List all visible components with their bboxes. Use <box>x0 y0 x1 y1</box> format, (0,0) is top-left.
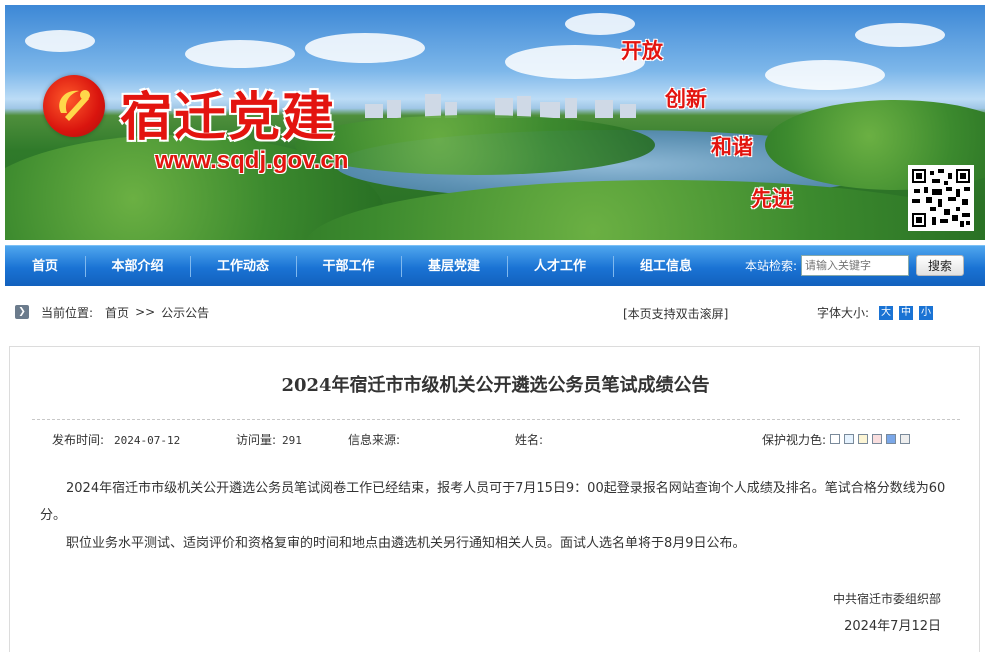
header-banner: 宿迁党建 www.sqdj.gov.cn 开放 创新 和谐 先进 <box>5 5 985 240</box>
article-date: 2024年7月12日 <box>844 619 941 634</box>
nav-item-home[interactable]: 首页 <box>5 246 85 287</box>
slogan-advanced: 先进 <box>751 187 793 211</box>
cloud <box>765 60 885 90</box>
slogan-harmony: 和谐 <box>711 135 753 159</box>
eye-color-swatch-5[interactable] <box>886 433 897 444</box>
cloud <box>25 30 95 52</box>
nav-item-about[interactable]: 本部介绍 <box>85 246 190 287</box>
slogan-open: 开放 <box>621 39 663 63</box>
article-panel: 2024年宿迁市市级机关公开遴选公务员笔试成绩公告 发布时间: 2024-07-1… <box>9 346 980 652</box>
font-size-small-button[interactable]: 小 <box>919 305 934 320</box>
info-source-label: 信息来源: <box>348 433 401 447</box>
breadcrumb-arrow-icon: ❯ <box>15 305 29 319</box>
slogan-innovate: 创新 <box>665 87 707 111</box>
font-size-control: 字体大小: 大 中 小 <box>817 304 934 321</box>
article-title: 2024年宿迁市市级机关公开遴选公务员笔试成绩公告 <box>281 375 710 396</box>
breadcrumb-current[interactable]: 公示公告 <box>161 304 209 321</box>
cloud <box>565 13 635 35</box>
nav-item-org-info[interactable]: 组工信息 <box>613 246 719 287</box>
eye-protect-label: 保护视力色: <box>762 433 827 447</box>
eye-color-swatch-2[interactable] <box>844 433 855 444</box>
nav-item-talent[interactable]: 人才工作 <box>507 246 613 287</box>
breadcrumb: ❯ 当前位置: 首页 >> 公示公告 <box>15 303 209 321</box>
cloud <box>855 23 945 47</box>
publish-date: 2024-07-12 <box>114 434 181 447</box>
search-label: 本站检索: <box>745 259 798 273</box>
main-nav: 首页 本部介绍 工作动态 干部工作 基层党建 人才工作 组工信息 本站检索: 搜… <box>5 245 985 286</box>
publish-time-label: 发布时间: <box>52 433 105 447</box>
search-input[interactable] <box>801 255 910 276</box>
breadcrumb-separator: >> <box>135 305 156 319</box>
font-size-medium-button[interactable]: 中 <box>899 305 914 320</box>
visit-count: 访问量: 291 <box>236 431 302 448</box>
breadcrumb-label: 当前位置: <box>41 305 94 320</box>
author: 姓名: <box>515 431 543 448</box>
article-paragraph-1: 2024年宿迁市市级机关公开遴选公务员笔试阅卷工作已经结束，报考人员可于7月15… <box>40 481 946 523</box>
info-source: 信息来源: <box>348 431 400 448</box>
visit-count-label: 访问量: <box>236 433 277 447</box>
eye-color-swatch-3[interactable] <box>858 433 869 444</box>
search-button[interactable]: 搜索 <box>916 255 965 276</box>
eye-color-swatch-6[interactable] <box>900 433 911 444</box>
eye-protect-swatches <box>826 433 911 447</box>
cloud <box>185 40 295 68</box>
double-click-scroll-hint: [本页支持双击滚屏] <box>623 307 729 321</box>
nav-item-cadre[interactable]: 干部工作 <box>296 246 401 287</box>
qr-code-icon <box>908 165 974 231</box>
cloud <box>305 33 425 63</box>
title-divider <box>32 419 960 420</box>
breadcrumb-home[interactable]: 首页 <box>105 304 129 321</box>
nav-item-news[interactable]: 工作动态 <box>190 246 296 287</box>
city-skyline <box>365 93 645 118</box>
nav-items: 首页 本部介绍 工作动态 干部工作 基层党建 人才工作 组工信息 <box>5 246 719 287</box>
font-size-label: 字体大小: <box>817 306 870 320</box>
author-label: 姓名: <box>515 433 544 447</box>
visit-count-value: 291 <box>282 434 302 447</box>
eye-protect-colors: 保护视力色: <box>762 431 911 448</box>
page: 宿迁党建 www.sqdj.gov.cn 开放 创新 和谐 先进 首页 本部介绍… <box>0 0 997 652</box>
publish-time: 发布时间: 2024-07-12 <box>52 431 180 448</box>
site-name: 宿迁党建 <box>120 87 337 148</box>
site-search: 本站检索: 搜索 <box>745 255 965 276</box>
eye-color-swatch-1[interactable] <box>830 433 841 444</box>
trees <box>295 115 655 175</box>
article-signature: 中共宿迁市委组织部 <box>832 592 941 606</box>
site-url: www.sqdj.gov.cn <box>155 147 349 174</box>
eye-color-swatch-4[interactable] <box>872 433 883 444</box>
nav-item-grassroots[interactable]: 基层党建 <box>401 246 507 287</box>
font-size-large-button[interactable]: 大 <box>879 305 894 320</box>
party-emblem-icon <box>43 75 105 137</box>
article-paragraph-2: 职位业务水平测试、适岗评价和资格复审的时间和地点由遴选机关另行通知相关人员。面试… <box>66 536 746 551</box>
